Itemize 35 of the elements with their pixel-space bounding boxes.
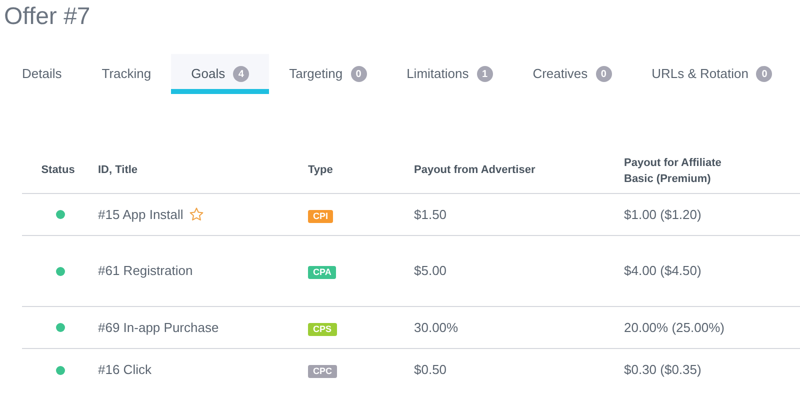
tab[interactable]: Goals 4 [171, 54, 270, 94]
type-badge: CPC [308, 365, 338, 378]
column-header: Status [41, 163, 76, 178]
payout-text: 30.00% [414, 320, 458, 335]
count-badge: 0 [756, 66, 772, 82]
goal-title: #69 In-app Purchase [98, 318, 219, 337]
column-header: Type [308, 163, 333, 178]
payout-text: $5.00 [414, 263, 447, 278]
count-badge: 4 [233, 66, 250, 82]
payout-text: $1.00 ($1.20) [624, 206, 702, 222]
payout-text: $4.00 ($4.50) [624, 263, 702, 278]
tab[interactable]: Creatives 0 [512, 54, 632, 94]
payout-text: $0.50 [414, 362, 447, 378]
tab[interactable]: Targeting 0 [269, 54, 387, 94]
count-badge: 0 [596, 66, 612, 82]
count-badge: 1 [476, 66, 493, 82]
tab[interactable]: Details [2, 54, 82, 94]
column-header: ID, Title [98, 163, 138, 178]
count-badge: 0 [350, 66, 367, 82]
tab[interactable]: Limitations 1 [386, 54, 513, 94]
type-badge: CPS [308, 322, 337, 336]
payout-text: $0.30 ($0.35) [624, 362, 702, 378]
goal-title: #61 Registration [98, 262, 193, 280]
page-title: Offer #7 [3, 2, 92, 32]
type-badge: CPI [308, 210, 334, 223]
payout-text: 20.00% (25.00%) [624, 320, 724, 335]
payout-text: $1.50 [414, 206, 447, 222]
tab[interactable]: Tracking [82, 54, 172, 94]
goal-title: #15 App Install [98, 206, 184, 224]
tab[interactable]: URLs & Rotation 0 [632, 54, 792, 94]
column-header: Payout from Advertiser [414, 163, 536, 178]
column-header: Payout for Affiliate Basic (Premium) [624, 156, 722, 186]
type-badge: CPA [308, 266, 336, 280]
goal-title: #16 Click [98, 361, 152, 380]
star-icon[interactable] [189, 207, 204, 222]
